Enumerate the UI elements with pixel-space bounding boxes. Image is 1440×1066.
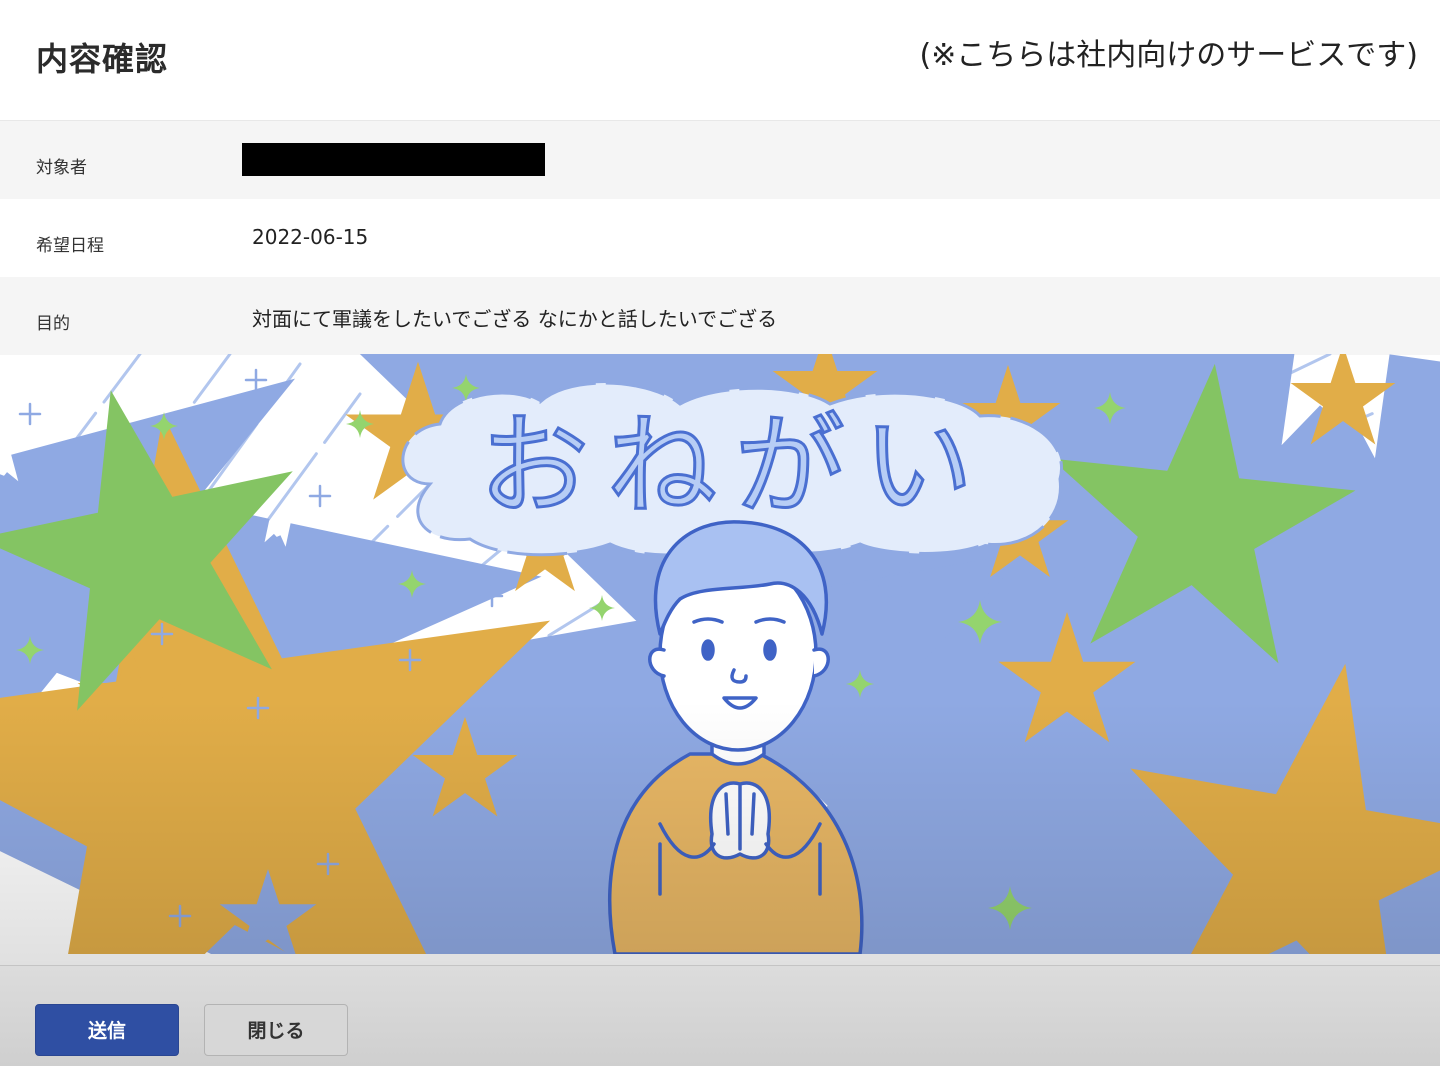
page-title: 内容確認: [36, 40, 169, 78]
footer-bar: 送信 閉じる: [0, 965, 1440, 1066]
close-button[interactable]: 閉じる: [204, 1004, 348, 1056]
date-label: 希望日程: [36, 236, 104, 256]
redacted-target-value: [242, 143, 545, 176]
purpose-value: 対面にて軍議をしたいでござる なにかと話したいでござる: [252, 307, 778, 331]
header-bar: 内容確認 (※こちらは社内向けのサービスです): [0, 0, 1440, 121]
request-illustration: おねがい: [0, 354, 1440, 954]
date-row: 希望日程 2022-06-15: [0, 199, 1440, 277]
purpose-label: 目的: [36, 314, 70, 334]
target-row: 対象者: [0, 121, 1440, 199]
internal-notice: (※こちらは社内向けのサービスです): [919, 38, 1418, 73]
purpose-row: 目的 対面にて軍議をしたいでござる なにかと話したいでござる: [0, 277, 1440, 355]
date-value: 2022-06-15: [252, 225, 369, 249]
target-label: 対象者: [36, 158, 87, 178]
send-button[interactable]: 送信: [35, 1004, 179, 1056]
illustration-text: おねがい: [479, 402, 991, 530]
